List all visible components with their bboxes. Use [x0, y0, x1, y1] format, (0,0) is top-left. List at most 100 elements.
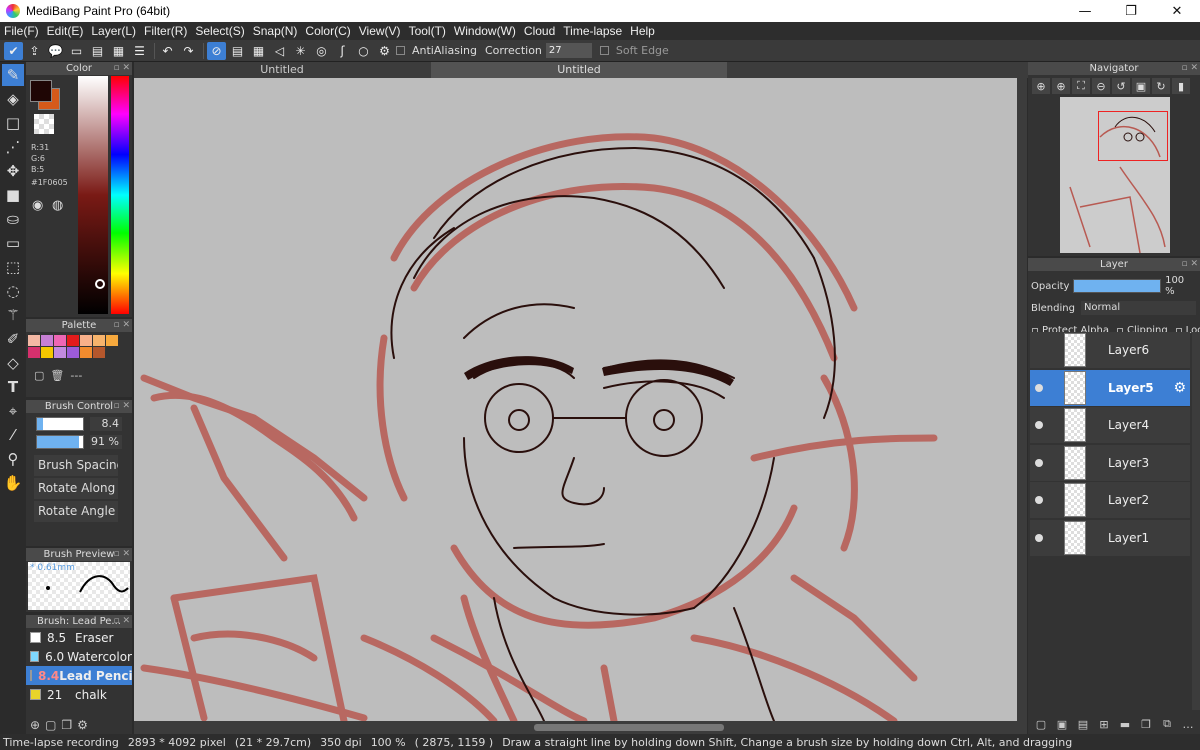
new-8bit-layer-icon[interactable]: ▤ — [1074, 716, 1092, 732]
comment-icon[interactable]: 💬 — [46, 42, 65, 60]
brush-spacing-option[interactable]: Brush Spacing — [34, 455, 118, 476]
layer-visibility-icon[interactable] — [1030, 458, 1048, 467]
rotate-angle-option[interactable]: Rotate Angle — [34, 501, 118, 522]
panel-close-icon[interactable]: ▫ ✕ — [113, 62, 130, 75]
eraser-tool-icon[interactable]: ◈ — [2, 88, 24, 110]
palette-swatch[interactable] — [80, 347, 92, 358]
perspective-snap-icon[interactable]: ◁ — [270, 42, 289, 60]
hue-slider[interactable] — [111, 76, 129, 314]
brush-settings-icon[interactable]: ⚙ — [77, 718, 88, 732]
layer-row[interactable]: Layer4 — [1030, 407, 1190, 443]
color-picker-icon[interactable]: ◍ — [52, 198, 68, 214]
menu-file[interactable]: File(F) — [4, 24, 39, 38]
palette-swatch[interactable] — [67, 335, 79, 346]
color-wheel-icon[interactable]: ◉ — [32, 198, 48, 214]
rotate-right-icon[interactable]: ↻ — [1152, 78, 1170, 94]
document-icon[interactable]: ▤ — [88, 42, 107, 60]
brush-list-item[interactable]: 6.0 Watercolor — [26, 647, 132, 666]
zoom-out-icon[interactable]: ⊖ — [1092, 78, 1110, 94]
layer-row[interactable]: Layer2 — [1030, 482, 1190, 518]
palette-swatch[interactable] — [106, 347, 118, 358]
rotate-along-option[interactable]: Rotate Along — [34, 478, 118, 499]
curve-snap-icon[interactable]: ʃ — [333, 42, 352, 60]
correction-select[interactable]: 27 — [545, 43, 592, 58]
brush-list-item[interactable]: 21 chalk — [26, 685, 132, 704]
panel-layout-icon[interactable]: ▦ — [109, 42, 128, 60]
panel-close-icon[interactable]: ▫ ✕ — [113, 548, 130, 561]
new-folder-icon[interactable]: ▬ — [1116, 716, 1134, 732]
layer-row[interactable]: Layer3 — [1030, 444, 1190, 481]
palette-swatch[interactable] — [67, 347, 79, 358]
brush-list-item[interactable]: 8.5 Eraser — [26, 628, 132, 647]
redo-icon[interactable]: ↷ — [179, 42, 198, 60]
color-picker-knob[interactable] — [95, 279, 105, 289]
minimize-button[interactable]: — — [1062, 0, 1108, 22]
new-halftone-layer-icon[interactable]: ▣ — [1053, 716, 1071, 732]
layer-more-icon[interactable]: … — [1179, 716, 1197, 732]
dot-tool-icon[interactable]: ⋰ — [2, 136, 24, 158]
reset-rotation-icon[interactable]: ▣ — [1132, 78, 1150, 94]
palette-swatch[interactable] — [106, 335, 118, 346]
canvas-horizontal-scrollbar[interactable] — [134, 721, 1027, 734]
panel-close-icon[interactable]: ▫ ✕ — [113, 400, 130, 413]
menu-edit[interactable]: Edit(E) — [47, 24, 84, 38]
saturation-value-picker[interactable] — [78, 76, 108, 314]
merge-layer-icon[interactable]: ⧉ — [1158, 716, 1176, 732]
scrollbar-thumb[interactable] — [534, 724, 724, 731]
gradient-tool-icon[interactable]: ▭ — [2, 232, 24, 254]
tab-untitled-2[interactable]: Untitled — [431, 62, 727, 78]
eyedropper-tool-icon[interactable]: ⚲ — [2, 448, 24, 470]
new-palette-icon[interactable]: ▢ — [34, 369, 44, 382]
parallel-snap-icon[interactable]: ▤ — [228, 42, 247, 60]
duplicate-layer-icon[interactable]: ❐ — [1137, 716, 1155, 732]
menu-timelapse[interactable]: Time-lapse — [563, 24, 622, 38]
circle-snap-icon[interactable]: ○ — [354, 42, 373, 60]
panel-close-icon[interactable]: ▫ ✕ — [1181, 258, 1198, 271]
soft-edge-checkbox[interactable] — [599, 46, 609, 55]
undo-icon[interactable]: ↶ — [158, 42, 177, 60]
palette-swatch[interactable] — [93, 347, 105, 358]
transparent-swatch[interactable] — [34, 114, 54, 134]
layer-opacity-slider[interactable] — [1073, 279, 1162, 293]
canvas-vertical-scrollbar[interactable] — [1017, 78, 1027, 721]
select-rect-tool-icon[interactable]: ⬚ — [2, 256, 24, 278]
layer-visibility-icon[interactable] — [1030, 533, 1048, 542]
layer-row[interactable]: Layer5 ⚙ — [1030, 369, 1190, 406]
brush-tool-icon[interactable]: ✎ — [2, 64, 24, 86]
antialiasing-checkbox[interactable] — [396, 46, 405, 55]
fit-screen-icon[interactable]: ⛶ — [1072, 78, 1090, 94]
menu-view[interactable]: View(V) — [359, 24, 401, 38]
maximize-button[interactable]: ❐ — [1108, 0, 1154, 22]
operation-tool-icon[interactable]: ⌖ — [2, 400, 24, 422]
primary-color-swatch[interactable] — [30, 80, 52, 102]
snap-settings-icon[interactable]: ⚙ — [375, 42, 394, 60]
menu-cloud[interactable]: Cloud — [524, 24, 555, 38]
layer-row[interactable]: Layer6 — [1030, 332, 1190, 368]
palette-swatch[interactable] — [54, 335, 66, 346]
rotate-left-icon[interactable]: ↺ — [1112, 78, 1130, 94]
cloud-save-icon[interactable]: ✔ — [4, 41, 23, 60]
share-icon[interactable]: ⇪ — [25, 42, 44, 60]
select-pen-tool-icon[interactable]: ✐ — [2, 328, 24, 350]
brush-list-item[interactable]: 8.4 Lead Pencil — [26, 666, 132, 685]
zoom-in-icon[interactable]: ⊕ — [1032, 78, 1050, 94]
palette-swatch[interactable] — [41, 347, 53, 358]
grid-snap-icon[interactable]: ▦ — [249, 42, 268, 60]
new-brush-icon[interactable]: ▢ — [45, 718, 56, 732]
close-button[interactable]: ✕ — [1154, 0, 1200, 22]
bucket-tool-icon[interactable]: ⛀ — [2, 208, 24, 230]
menu-tool[interactable]: Tool(T) — [409, 24, 446, 38]
add-material-icon[interactable]: ⊞ — [1095, 716, 1113, 732]
copy-brush-icon[interactable]: ❐ — [61, 718, 72, 732]
zoom-in-alt-icon[interactable]: ⊕ — [1052, 78, 1070, 94]
concentric-snap-icon[interactable]: ◎ — [312, 42, 331, 60]
lasso-tool-icon[interactable]: ◌ — [2, 280, 24, 302]
settings-list-icon[interactable]: ☰ — [130, 42, 149, 60]
menu-filter[interactable]: Filter(R) — [144, 24, 187, 38]
layer-settings-icon[interactable]: ⚙ — [1173, 380, 1186, 396]
palette-swatch[interactable] — [28, 335, 40, 346]
radial-snap-icon[interactable]: ✳ — [291, 42, 310, 60]
blending-select[interactable]: Normal — [1080, 301, 1196, 315]
layer-list-scrollbar[interactable] — [1192, 332, 1200, 710]
new-layer-icon[interactable]: ▢ — [1032, 716, 1050, 732]
